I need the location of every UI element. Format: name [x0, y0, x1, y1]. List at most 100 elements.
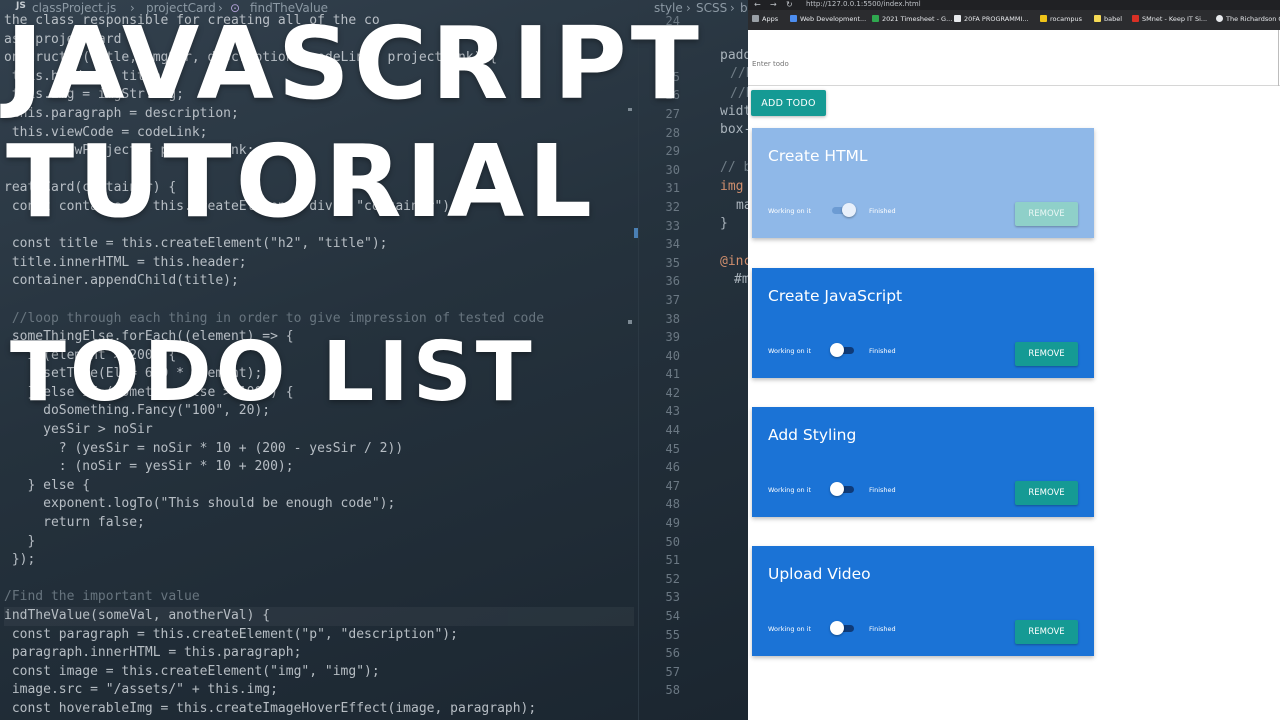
todo-card: Create HTML Working on it Finished REMOV…: [752, 128, 1094, 238]
code-line: indTheValue(someVal, anotherVal) {: [4, 607, 634, 626]
breadcrumb-chevron-icon: ›: [730, 1, 735, 15]
code-snippet: //ba: [730, 66, 748, 81]
line-number: 42: [665, 385, 680, 400]
line-number: 40: [665, 348, 680, 363]
code-line: const image = this.createElement("img", …: [4, 663, 380, 679]
back-icon[interactable]: ←: [754, 0, 761, 9]
bookmark-babel[interactable]: babel: [1094, 15, 1122, 23]
line-number: 34: [665, 237, 680, 252]
toggle-knob: [842, 203, 856, 217]
status-toggle[interactable]: [830, 482, 856, 496]
bookmark-rocampus[interactable]: rocampus: [1040, 15, 1082, 23]
title-todo-list: TODO LIST: [10, 325, 536, 420]
code-line: return false;: [4, 515, 145, 531]
status-toggle[interactable]: [830, 343, 856, 357]
status-toggle[interactable]: [830, 621, 856, 635]
line-number: 44: [665, 423, 680, 438]
code-snippet: }: [720, 216, 728, 231]
remove-button[interactable]: REMOVE: [1015, 620, 1078, 644]
bookmark-richardson[interactable]: The Richardson G: [1216, 15, 1280, 23]
code-snippet: #m: [734, 272, 748, 287]
sheets-icon: [872, 15, 879, 22]
browser-toolbar: ← → ↻ http://127.0.0.1:5500/index.html: [748, 0, 1280, 10]
browser-window: ← → ↻ http://127.0.0.1:5500/index.html A…: [748, 0, 1280, 720]
line-number: 58: [665, 683, 680, 698]
bookmark-timesheet[interactable]: 2021 Timesheet - G...: [872, 15, 952, 23]
line-number: 38: [665, 311, 680, 326]
line-number: 53: [665, 590, 680, 605]
finished-label: Finished: [869, 486, 896, 494]
toggle-knob: [830, 621, 844, 635]
code-snippet: //bo: [730, 86, 748, 101]
line-number: 51: [665, 553, 680, 568]
toggle-knob: [830, 482, 844, 496]
bookmark-programming[interactable]: 20FA PROGRAMMI...: [954, 15, 1029, 23]
line-number: 41: [665, 367, 680, 382]
code-line: ? (yesSir = noSir * 10 + (200 - yesSir /…: [4, 440, 404, 456]
remove-button[interactable]: REMOVE: [1015, 481, 1078, 505]
toggle-knob: [830, 343, 844, 357]
todo-title: Add Styling: [768, 426, 857, 444]
line-number: 39: [665, 330, 680, 345]
address-bar[interactable]: http://127.0.0.1:5500/index.html: [806, 0, 921, 8]
apps-grid-icon: [752, 15, 759, 22]
code-line: const paragraph = this.createElement("p"…: [4, 626, 458, 642]
code-line: });: [4, 552, 36, 568]
status-toggle[interactable]: [830, 203, 856, 217]
line-number: 32: [665, 199, 680, 214]
remove-button[interactable]: REMOVE: [1015, 342, 1078, 366]
todo-card: Create JavaScript Working on it Finished…: [752, 268, 1094, 378]
line-number: 55: [665, 627, 680, 642]
line-number: 36: [665, 274, 680, 289]
todo-title: Create JavaScript: [768, 287, 903, 305]
line-number: 31: [665, 181, 680, 196]
remove-button[interactable]: REMOVE: [1015, 202, 1078, 226]
bookmark-webdev[interactable]: Web Development...: [790, 15, 866, 23]
code-snippet: img: [720, 179, 744, 194]
code-line: }: [4, 533, 36, 549]
bookmark-apps[interactable]: Apps: [752, 15, 778, 23]
todo-card: Add Styling Working on it Finished REMOV…: [752, 407, 1094, 517]
working-label: Working on it: [768, 207, 812, 215]
reload-icon[interactable]: ↻: [786, 0, 793, 9]
code-snippet: ma: [736, 198, 748, 213]
line-number: 43: [665, 404, 680, 419]
add-todo-button[interactable]: ADD TODO: [751, 90, 826, 116]
finished-label: Finished: [869, 347, 896, 355]
scroll-marker: [634, 228, 638, 238]
todo-app: ADD TODO Create HTML Working on it Finis…: [748, 30, 1280, 720]
code-snippet: // b: [720, 160, 748, 175]
code-snippet: box-: [720, 122, 748, 137]
forward-icon[interactable]: →: [770, 0, 777, 9]
working-label: Working on it: [768, 347, 812, 355]
line-number: 57: [665, 664, 680, 679]
todo-title: Upload Video: [768, 565, 871, 583]
code-editor: JS classProject.js › projectCard › ⊙ fin…: [0, 0, 748, 720]
working-label: Working on it: [768, 486, 812, 494]
code-line: image.src = "/assets/" + this.img;: [4, 682, 278, 698]
code-line: title.innerHTML = this.header;: [4, 254, 247, 270]
finished-label: Finished: [869, 207, 896, 215]
line-number: 47: [665, 478, 680, 493]
code-snippet: padd: [720, 48, 748, 63]
line-number: 35: [665, 255, 680, 270]
bookmark-favicon-icon: [1216, 15, 1223, 22]
scroll-marker: [628, 320, 632, 324]
todo-input[interactable]: [748, 30, 1280, 86]
line-number: 52: [665, 571, 680, 586]
finished-label: Finished: [869, 625, 896, 633]
code-snippet: @inc: [720, 254, 748, 269]
bookmarks-bar: Apps Web Development... 2021 Timesheet -…: [748, 10, 1280, 30]
babel-icon: [1094, 15, 1101, 22]
line-number: 29: [665, 144, 680, 159]
line-number: 30: [665, 162, 680, 177]
doc-icon: [954, 15, 961, 22]
bookmark-smnet[interactable]: SMnet - Keep IT Si...: [1132, 15, 1207, 23]
code-line: exponent.logTo("This should be enough co…: [4, 496, 396, 512]
code-line: container.appendChild(title);: [4, 273, 239, 289]
tab-b[interactable]: b: [740, 1, 748, 15]
line-number: 37: [665, 292, 680, 307]
code-line: : (noSir = yesSir * 10 + 200);: [4, 459, 294, 475]
